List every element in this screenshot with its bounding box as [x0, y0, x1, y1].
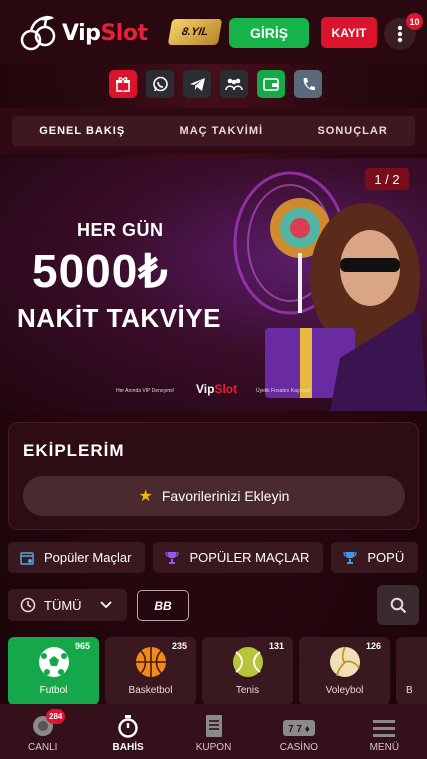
popular-chips: Popüler Maçlar POPÜLER MAÇLAR POPÜ — [8, 542, 419, 573]
sport-count: 965 — [74, 641, 90, 651]
chip-popular-partial[interactable]: POPÜ — [331, 542, 419, 573]
tab-sonuclar[interactable]: SONUÇLAR — [317, 125, 387, 137]
add-favorites-label: Favorilerinizi Ekleyin — [161, 488, 290, 504]
site-logo[interactable]: VipSlot — [18, 14, 148, 52]
search-button[interactable] — [377, 585, 419, 625]
nav-coupon[interactable]: KUPON — [171, 704, 256, 759]
my-teams-card: EKİPLERİM ★ Favorilerinizi Ekleyin — [8, 422, 419, 530]
volleyball-icon — [330, 646, 360, 677]
trophy-icon — [343, 551, 357, 564]
hamburger-menu-icon — [373, 720, 396, 737]
sport-basketball[interactable]: 235 Basketbol — [105, 637, 196, 705]
community-button[interactable] — [220, 70, 248, 98]
star-icon: ★ — [138, 488, 153, 505]
anniversary-badge: 8.YIL — [167, 19, 223, 45]
tabs-container: GENEL BAKIŞ MAÇ TAKVİMİ SONUÇLAR — [12, 116, 415, 146]
sport-count: 235 — [171, 641, 187, 651]
sport-name: Basketbol — [128, 685, 173, 696]
sport-name: Futbol — [39, 685, 68, 696]
bottom-navigation: 284 CANLI BAHİS KUPON 7 7 ♦ CASİNO MENÜ — [0, 704, 427, 759]
trophy-icon — [165, 551, 180, 564]
register-button[interactable]: KAYIT — [321, 17, 377, 48]
tab-mac-takvimi[interactable]: MAÇ TAKVİMİ — [180, 125, 264, 137]
banner-brand-suffix: Slot — [214, 382, 238, 396]
tennis-ball-icon — [233, 647, 263, 677]
my-teams-title: EKİPLERİM — [23, 441, 125, 460]
banner-footer-right: Üyelik Fırsatını Kaçırma! — [256, 388, 311, 394]
banner-footer-left: Her Anında VIP Deneyimi! — [116, 388, 174, 394]
sport-name: Voleybol — [325, 685, 364, 696]
social-links — [109, 70, 322, 98]
bet-builder-button[interactable]: BB — [137, 590, 189, 621]
wallet-icon — [263, 78, 279, 91]
slot-machine-icon: 7 7 ♦ — [282, 720, 315, 736]
sports-selector: 965 Futbol 235 Basketbol 131 Tenis 126 V… — [8, 637, 427, 705]
svg-text:7 7 ♦: 7 7 ♦ — [288, 724, 310, 735]
chip-label: POPÜ — [367, 550, 405, 565]
chevron-down-icon — [99, 601, 112, 609]
sport-count: 126 — [365, 641, 381, 651]
nav-live[interactable]: 284 CANLI — [0, 704, 85, 759]
sport-name: B — [406, 685, 413, 696]
banner-line-1: HER GÜN — [77, 220, 164, 240]
section-tabs: GENEL BAKIŞ MAÇ TAKVİMİ SONUÇLAR — [0, 108, 427, 154]
phone-icon — [303, 77, 315, 90]
add-favorites-button[interactable]: ★ Favorilerinizi Ekleyin — [23, 476, 405, 516]
vertical-dots-icon — [397, 25, 403, 43]
wallet-button[interactable] — [257, 70, 285, 98]
nav-menu[interactable]: MENÜ — [342, 704, 427, 759]
sport-name: Tenis — [235, 685, 260, 696]
chip-label: Popüler Maçlar — [44, 550, 132, 565]
community-icon — [225, 78, 243, 91]
stopwatch-icon — [118, 715, 138, 738]
gift-button[interactable] — [109, 70, 137, 98]
banner-page-counter: 1 / 2 — [365, 168, 409, 190]
logo-suffix: Slot — [100, 20, 148, 46]
gift-icon — [116, 77, 130, 92]
live-count-badge: 284 — [46, 709, 66, 724]
nav-label: CANLI — [27, 742, 58, 753]
coupon-icon — [205, 715, 222, 737]
nav-bets[interactable]: BAHİS — [85, 704, 170, 759]
telegram-button[interactable] — [183, 70, 211, 98]
basketball-icon — [136, 647, 166, 677]
clock-icon — [20, 597, 36, 613]
promo-banner[interactable]: 1 / 2 HER GÜN 5000₺ NAKİT TAKVİYE Her An… — [0, 158, 427, 411]
whatsapp-icon — [152, 76, 168, 91]
banner-brand-prefix: Vip — [196, 382, 215, 396]
sport-tennis[interactable]: 131 Tenis — [202, 637, 293, 705]
phone-button[interactable] — [294, 70, 322, 98]
cherry-logo-icon — [20, 15, 56, 51]
logo-prefix: Vip — [62, 20, 101, 46]
login-button[interactable]: GİRİŞ — [229, 18, 309, 48]
search-icon — [390, 597, 406, 613]
chip-popular-matches[interactable]: Popüler Maçlar — [8, 542, 146, 573]
sport-football[interactable]: 965 Futbol — [8, 637, 99, 705]
notification-badge: 10 — [406, 13, 423, 30]
nav-label: CASİNO — [279, 742, 319, 753]
nav-casino[interactable]: 7 7 ♦ CASİNO — [256, 704, 341, 759]
banner-line-3: NAKİT TAKVİYE — [17, 303, 221, 333]
calendar-icon — [20, 551, 34, 565]
nav-label: MENÜ — [369, 742, 400, 753]
logo-text: VipSlot — [62, 20, 148, 46]
time-filter-select[interactable]: TÜMÜ — [8, 589, 127, 621]
whatsapp-button[interactable] — [146, 70, 174, 98]
football-icon — [39, 647, 69, 677]
top-header: VipSlot 8.YIL GİRİŞ KAYIT 10 — [0, 0, 427, 64]
nav-label: KUPON — [195, 742, 232, 753]
nav-label: BAHİS — [112, 742, 144, 753]
banner-brand: VipSlot — [196, 382, 237, 396]
chip-label: POPÜLER MAÇLAR — [189, 550, 310, 565]
banner-amount: 5000₺ — [32, 245, 169, 297]
chip-popular-matches-upper[interactable]: POPÜLER MAÇLAR — [153, 542, 324, 573]
sport-count: 131 — [268, 641, 284, 651]
telegram-icon — [189, 77, 205, 91]
time-filter-label: TÜMÜ — [44, 597, 82, 613]
tab-genel-bakis[interactable]: GENEL BAKIŞ — [39, 125, 125, 137]
sport-partial[interactable]: B — [396, 637, 427, 705]
sport-volleyball[interactable]: 126 Voleybol — [299, 637, 390, 705]
